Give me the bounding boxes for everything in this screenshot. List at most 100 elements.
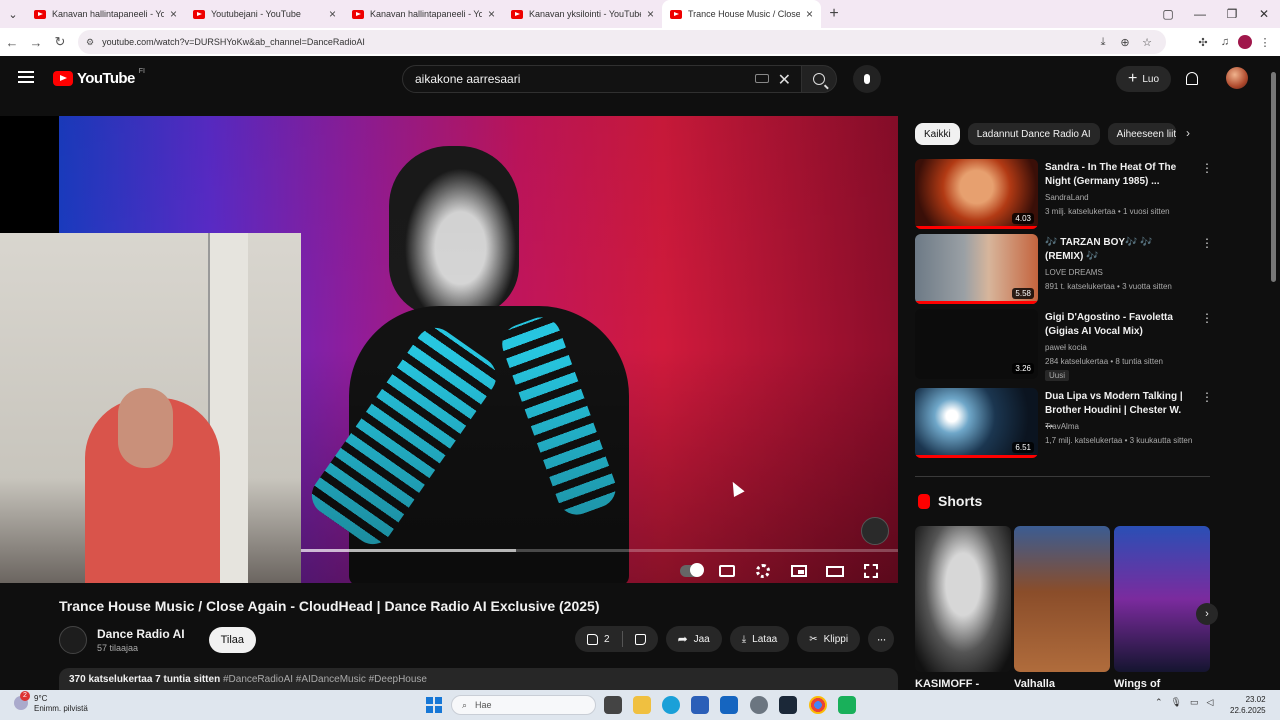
shorts-next-button[interactable]: ›	[1196, 603, 1218, 625]
file-explorer-icon[interactable]	[633, 696, 651, 714]
search-input[interactable]	[415, 72, 745, 86]
recommendation-channel[interactable]: paweł kocia	[1045, 343, 1087, 352]
tab-search-icon[interactable]: ⌄	[0, 0, 26, 28]
url-text[interactable]: youtube.com/watch?v=DURSHYoKw&ab_channel…	[102, 37, 365, 47]
short-title[interactable]: KASIMOFF -	[915, 678, 979, 690]
autoplay-toggle[interactable]	[680, 561, 704, 581]
close-tab-icon[interactable]: ×	[329, 7, 336, 21]
app-icon[interactable]	[838, 696, 856, 714]
chevron-up-icon[interactable]: ⌃	[1155, 697, 1163, 708]
browser-tab[interactable]: Kanavan yksilointi - YouTube St×	[503, 0, 662, 28]
video-thumbnail[interactable]: 4.03	[915, 159, 1038, 229]
miniplayer-button[interactable]	[788, 561, 810, 581]
microphone-tray-icon[interactable]: 🎙	[1171, 697, 1182, 708]
maximize-icon[interactable]: ❐	[1216, 0, 1248, 28]
clear-search-icon[interactable]: ✕	[778, 70, 791, 90]
video-thumbnail[interactable]: 5.58	[915, 234, 1038, 304]
fullscreen-button[interactable]	[860, 561, 882, 581]
install-app-icon[interactable]: ⤓	[1094, 32, 1112, 52]
video-thumbnail[interactable]: 6.51	[915, 388, 1038, 458]
clip-button[interactable]: ✂ Klippi	[797, 626, 861, 652]
extensions-icon[interactable]: ✣	[1194, 32, 1212, 52]
short-title[interactable]: Valhalla	[1014, 678, 1055, 690]
browser-tab[interactable]: Kanavan hallintapaneeli - YouT ×	[344, 0, 503, 28]
task-view-icon[interactable]	[604, 696, 622, 714]
taskbar-clock[interactable]: 23.02 22.6.2025	[1230, 694, 1266, 716]
download-button[interactable]: ⤓ Lataa	[729, 626, 790, 652]
bookmark-star-icon[interactable]: ☆	[1138, 32, 1156, 52]
video-thumbnail[interactable]: 3.26	[915, 309, 1038, 379]
outlook-icon[interactable]	[720, 696, 738, 714]
recommendation-item[interactable]: 3.26 Gigi D'Agostino - Favoletta (Gigias…	[915, 309, 1215, 381]
more-vertical-icon[interactable]: ⋮	[1201, 236, 1213, 250]
keyboard-icon[interactable]	[755, 74, 769, 83]
hashtags[interactable]: #DanceRadioAI #AIDanceMusic #DeepHouse	[223, 674, 427, 685]
account-avatar[interactable]	[1226, 67, 1248, 89]
volume-icon[interactable]: ◁	[1207, 697, 1214, 708]
chrome-icon[interactable]	[809, 696, 827, 714]
weather-widget[interactable]: 2 9°C Enimm. pilvistä	[14, 691, 88, 714]
short-thumbnail[interactable]	[1114, 526, 1210, 672]
more-actions-button[interactable]: ···	[868, 626, 895, 652]
chevron-right-icon[interactable]: ›	[1186, 126, 1190, 140]
browser-tab-active[interactable]: Trance House Music / Close Ag×	[662, 0, 821, 28]
youtube-logo[interactable]: YouTube FI	[53, 68, 145, 87]
windows-start-icon[interactable]	[426, 697, 442, 713]
more-vertical-icon[interactable]: ⋮	[1201, 161, 1213, 175]
more-vertical-icon[interactable]: ⋮	[1201, 390, 1213, 404]
browser-tab[interactable]: Kanavan hallintapaneeli - YouT ×	[26, 0, 185, 28]
short-thumbnail[interactable]	[915, 526, 1011, 672]
recommendation-channel[interactable]: TravAlma	[1045, 422, 1079, 431]
chip-all[interactable]: Kaikki	[915, 123, 960, 145]
share-button[interactable]: ➦ Jaa	[665, 626, 722, 652]
channel-name[interactable]: Dance Radio AI	[97, 627, 185, 641]
close-tab-icon[interactable]: ×	[170, 7, 177, 21]
profile-avatar-icon[interactable]	[1238, 35, 1252, 49]
network-icon[interactable]: ▭	[1190, 697, 1199, 708]
chrome-profile-menu-icon[interactable]: ▢	[1152, 0, 1184, 28]
chrome-menu-icon[interactable]: ⋮	[1256, 32, 1274, 52]
channel-avatar[interactable]	[59, 626, 87, 654]
recommendation-item[interactable]: 5.58 🎶 TARZAN BOY🎶 🎶 (REMIX) 🎶 LOVE DREA…	[915, 234, 1215, 306]
new-tab-button[interactable]: +	[821, 5, 847, 23]
page-scrollbar[interactable]	[1270, 60, 1278, 690]
progress-bar[interactable]	[301, 549, 898, 552]
recommendation-item[interactable]: 4.03 Sandra - In The Heat Of The Night (…	[915, 159, 1215, 231]
store-icon[interactable]	[691, 696, 709, 714]
like-button[interactable]: 2	[575, 626, 622, 652]
recommendation-item[interactable]: 6.51 Dua Lipa vs Modern Talking | Brothe…	[915, 388, 1215, 460]
edge-icon[interactable]	[662, 696, 680, 714]
dislike-button[interactable]	[623, 626, 658, 652]
notifications-bell-icon[interactable]	[1186, 72, 1198, 85]
minimize-icon[interactable]: —	[1184, 0, 1216, 28]
back-arrow-icon[interactable]: ←	[0, 28, 24, 56]
settings-icon[interactable]	[750, 696, 768, 714]
subtitles-button[interactable]	[716, 561, 738, 581]
search-button[interactable]	[801, 65, 837, 93]
zoom-icon[interactable]: ⊕	[1116, 32, 1134, 52]
address-bar[interactable]: ⚙ youtube.com/watch?v=DURSHYoKw&ab_chann…	[78, 30, 1166, 54]
reload-icon[interactable]: ↻	[48, 28, 72, 56]
forward-arrow-icon[interactable]: →	[24, 28, 48, 56]
more-vertical-icon[interactable]: ⋮	[1201, 311, 1213, 325]
short-thumbnail[interactable]	[1014, 526, 1110, 672]
chip-from-channel[interactable]: Ladannut Dance Radio AI	[967, 123, 1100, 145]
short-title[interactable]: Wings of	[1114, 678, 1160, 690]
hamburger-menu-icon[interactable]	[18, 71, 34, 83]
create-button[interactable]: + Luo	[1116, 66, 1171, 92]
browser-tab[interactable]: Youtubejani - YouTube ×	[185, 0, 344, 28]
site-info-icon[interactable]: ⚙	[86, 37, 94, 48]
scrollbar-thumb[interactable]	[1271, 72, 1276, 282]
close-window-icon[interactable]: ✕	[1248, 0, 1280, 28]
close-tab-icon[interactable]: ×	[488, 7, 495, 21]
steam-icon[interactable]	[779, 696, 797, 714]
recommendation-channel[interactable]: SandraLand	[1045, 193, 1089, 202]
channel-watermark[interactable]	[861, 517, 889, 545]
theater-mode-button[interactable]	[824, 561, 846, 581]
voice-search-button[interactable]	[853, 65, 881, 93]
subscribe-button[interactable]: Tilaa	[208, 627, 257, 653]
media-controls-icon[interactable]: ♫	[1216, 32, 1234, 52]
chip-related[interactable]: Aiheeseen liit	[1107, 123, 1176, 145]
recommendation-channel[interactable]: LOVE DREAMS	[1045, 268, 1103, 277]
settings-button[interactable]	[752, 561, 774, 581]
